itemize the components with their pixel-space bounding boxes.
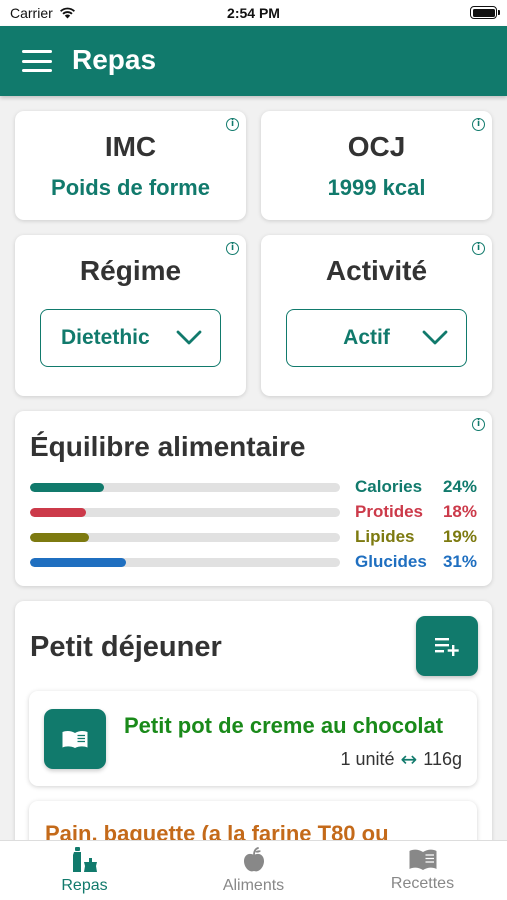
ocj-title: OCJ — [347, 131, 406, 162]
food-item[interactable]: Petit pot de creme au chocolat 1 unité ↔… — [29, 691, 477, 786]
apple-icon — [243, 847, 264, 872]
nutrient-row: Lipides 19% — [30, 527, 477, 547]
nutrient-label: Lipides — [355, 527, 415, 546]
nutrient-bar-track — [30, 533, 340, 542]
info-icon[interactable]: i — [226, 118, 239, 131]
imc-card[interactable]: i IMC Poids de forme — [15, 111, 246, 220]
ocj-value: 1999 kcal — [327, 175, 426, 200]
equilibre-card: i Équilibre alimentaire Calories 24% Proti… — [15, 411, 492, 586]
regime-select-value: Dietethic — [61, 326, 150, 349]
recipe-icon — [44, 709, 106, 769]
nutrient-row: Glucides 31% — [30, 552, 477, 572]
playlist-add-icon — [435, 638, 459, 656]
activite-select-value: Actif — [343, 326, 390, 349]
tab-label: Repas — [61, 877, 108, 894]
menu-icon[interactable] — [22, 50, 52, 72]
nutrient-bar-fill — [30, 483, 104, 492]
info-icon[interactable]: i — [472, 418, 485, 431]
status-bar: Carrier 2:54 PM — [0, 0, 507, 26]
nutrient-bar-fill — [30, 508, 86, 517]
chevron-down-icon — [176, 330, 202, 345]
nutrient-percent: 24% — [442, 477, 477, 496]
bottles-icon — [72, 847, 97, 872]
food-name: Petit pot de creme au chocolat — [124, 713, 444, 738]
activite-card: i Activité Actif — [261, 235, 492, 396]
activite-select[interactable]: Actif — [286, 309, 467, 367]
meal-title: Petit déjeuner — [30, 631, 222, 663]
nutrient-label: Glucides — [355, 552, 427, 571]
nutrient-bar-track — [30, 508, 340, 517]
activite-title: Activité — [325, 255, 428, 286]
page-title: Repas — [72, 44, 157, 75]
tab-bar: Repas Aliments Recettes — [0, 840, 507, 900]
add-food-button[interactable] — [416, 616, 478, 676]
info-icon[interactable]: i — [226, 242, 239, 255]
tab-repas[interactable]: Repas — [0, 841, 169, 900]
nutrient-percent: 19% — [442, 527, 477, 546]
info-icon[interactable]: i — [472, 118, 485, 131]
tab-recettes[interactable]: Recettes — [338, 841, 507, 900]
imc-value: Poids de forme — [51, 175, 210, 200]
chevron-down-icon — [422, 330, 448, 345]
info-icon[interactable]: i — [472, 242, 485, 255]
tab-label: Aliments — [222, 877, 285, 894]
book-icon — [62, 730, 88, 748]
regime-select[interactable]: Dietethic — [40, 309, 221, 367]
meal-card: Petit déjeuner Petit pot de creme au cho… — [15, 601, 492, 896]
nutrient-percent: 18% — [442, 502, 477, 521]
food-quantity-value: 1 unité — [340, 748, 395, 769]
nutrient-percent: 31% — [442, 552, 477, 571]
regime-card: i Régime Dietethic — [15, 235, 246, 396]
nutrient-bar-fill — [30, 558, 126, 567]
ocj-card[interactable]: i OCJ 1999 kcal — [261, 111, 492, 220]
nutrient-row: Calories 24% — [30, 477, 477, 497]
food-quantity: 1 unité ↔ 116g — [340, 747, 462, 771]
imc-title: IMC — [104, 131, 157, 162]
nutrient-row: Protides 18% — [30, 502, 477, 522]
status-time: 2:54 PM — [227, 5, 280, 21]
swap-arrows-icon: ↔ — [400, 747, 418, 771]
tab-label: Recettes — [390, 875, 455, 892]
equilibre-title: Équilibre alimentaire — [30, 431, 306, 462]
regime-title: Régime — [79, 255, 182, 286]
nutrient-label: Protides — [355, 502, 424, 521]
nutrient-bar-fill — [30, 533, 89, 542]
nutrient-bar-track — [30, 483, 340, 492]
battery-icon — [470, 6, 500, 19]
nutrient-bar-track — [30, 558, 340, 567]
book-icon — [409, 849, 436, 870]
tab-aliments[interactable]: Aliments — [169, 841, 338, 900]
nutrient-label: Calories — [355, 477, 423, 496]
food-weight-value: 116g — [423, 748, 462, 769]
app-header: Repas — [0, 26, 507, 96]
